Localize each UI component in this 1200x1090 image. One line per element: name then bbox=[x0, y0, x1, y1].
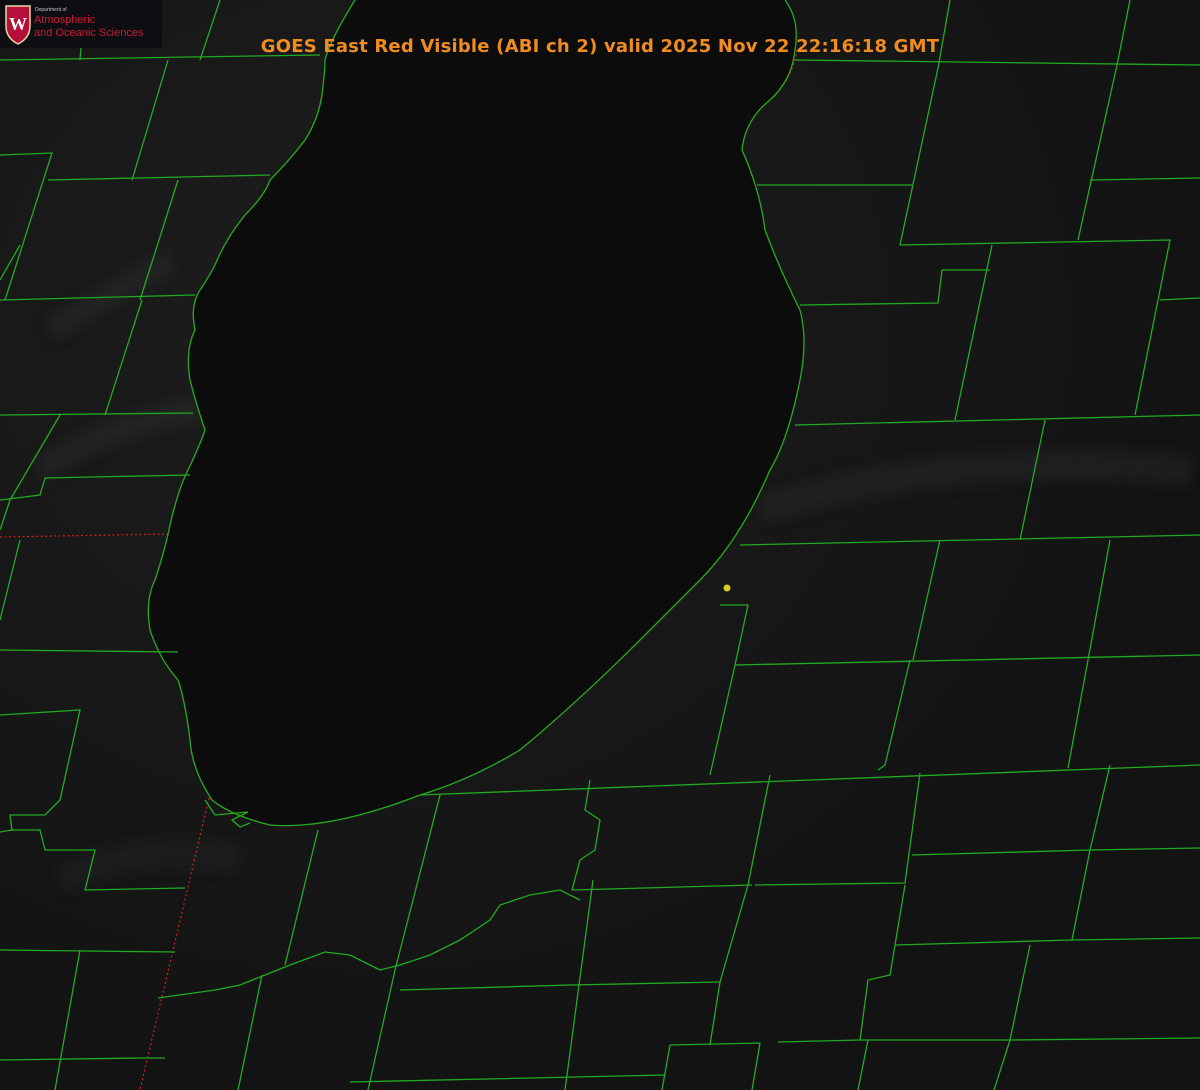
location-marker bbox=[723, 584, 731, 592]
logo-department: Department of bbox=[35, 7, 67, 13]
crest-letter: W bbox=[9, 14, 27, 34]
image-title: GOES East Red Visible (ABI ch 2) valid 2… bbox=[260, 36, 940, 57]
satellite-map bbox=[0, 0, 1200, 1090]
logo-line-1: Atmospheric bbox=[34, 14, 96, 26]
satellite-map-view: W Department of Atmospheric and Oceanic … bbox=[0, 0, 1200, 1090]
